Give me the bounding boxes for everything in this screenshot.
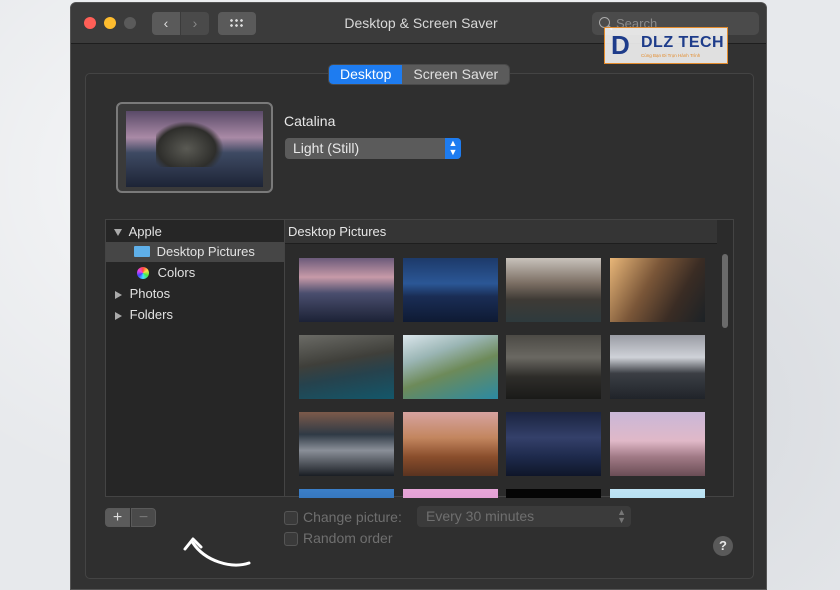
watermark-text: DLZ TECH [641,34,725,51]
thumbnail-catalina-sunset-cliff[interactable] [610,258,705,322]
thumbnail-blue-gradient[interactable] [299,489,394,498]
show-all-button[interactable] [218,12,256,35]
sidebar-item-label: Photos [129,286,171,301]
preferences-window: ‹ › Desktop & Screen Saver Search Deskto… [70,2,767,590]
thumbnail-black[interactable] [506,489,601,498]
change-picture-label: Change picture: [303,509,402,525]
random-order-label: Random order [303,530,393,546]
thumbnail-island-fog[interactable] [299,412,394,476]
sidebar-item-label: Desktop Pictures [156,244,255,259]
help-button[interactable]: ? [713,536,733,556]
color-wheel-icon [137,266,149,279]
current-wallpaper-preview [116,102,273,193]
sidebar-item-folders[interactable]: Folders [106,305,284,325]
thumbnail-stormy-sea[interactable] [506,335,601,399]
sidebar-item-photos[interactable]: Photos [106,284,284,304]
tab-desktop[interactable]: Desktop [329,65,403,84]
watermark-letter: D [611,30,630,60]
thumbnail-desert-rock-pink[interactable] [610,412,705,476]
thumbnail-sky-blue[interactable] [610,489,705,498]
forward-button[interactable]: › [181,12,209,35]
window-title: Desktop & Screen Saver [344,15,498,31]
thumbnail-catalina-shore[interactable] [403,335,498,399]
thumbnail-rock-layers[interactable] [299,335,394,399]
remove-folder-button[interactable]: − [131,508,156,527]
appearance-mode-value: Light (Still) [293,140,360,156]
thumbnail-grid [299,258,707,498]
sidebar-item-desktop-pictures[interactable]: Desktop Pictures [106,242,284,262]
gallery-header: Desktop Pictures [285,220,717,244]
thumbnail-catalina-dark[interactable] [403,258,498,322]
wallpaper-preview-image [126,111,263,187]
curved-arrow-annotation [183,537,251,567]
chevron-right-icon: › [192,15,198,31]
source-sidebar: Apple Desktop Pictures Colors Photos Fol… [105,219,284,497]
tab-bar: Desktop Screen Saver [328,64,511,85]
watermark-logo: D DLZ TECH Cùng Bạn Đi Trọn Hành Trình [604,27,728,64]
sidebar-item-apple[interactable]: Apple [106,222,284,242]
watermark-tagline: Cùng Bạn Đi Trọn Hành Trình [641,53,701,58]
grid-icon [229,18,245,29]
thumbnail-catalina-light[interactable] [299,258,394,322]
close-window-button[interactable] [84,17,96,29]
thumbnail-island-clouds[interactable] [610,335,705,399]
appearance-mode-select[interactable]: Light (Still) ▲ ▼ [285,138,461,159]
tab-screen-saver[interactable]: Screen Saver [402,65,510,84]
minimize-window-button[interactable] [104,17,116,29]
disclosure-collapsed-icon [115,311,122,320]
wallpaper-name: Catalina [284,113,336,129]
chevron-updown-icon: ▲ ▼ [617,507,626,525]
back-button[interactable]: ‹ [152,12,180,35]
zoom-window-button[interactable] [124,17,136,29]
change-picture-checkbox[interactable] [284,511,298,525]
chevron-left-icon: ‹ [163,15,169,31]
disclosure-collapsed-icon [115,290,122,299]
thumbnail-mojave-day[interactable] [403,412,498,476]
disclosure-expanded-icon [114,229,122,237]
sidebar-item-colors[interactable]: Colors [106,263,284,283]
sidebar-item-label: Colors [157,265,196,280]
thumbnail-mojave-night[interactable] [506,412,601,476]
sidebar-item-label: Apple [128,224,162,239]
add-folder-button[interactable]: + [105,508,130,527]
sidebar-item-label: Folders [129,307,173,322]
folder-icon [134,246,150,258]
gallery-scrollbar[interactable] [722,254,728,328]
random-order-checkbox[interactable] [284,532,298,546]
thumbnail-catalina-coast[interactable] [506,258,601,322]
chevron-updown-icon: ▲ ▼ [445,138,461,159]
thumbnail-pink-gradient[interactable] [403,489,498,498]
wallpaper-gallery: Desktop Pictures [284,219,734,498]
change-interval-select[interactable]: Every 30 minutes ▲ ▼ [417,506,631,527]
change-interval-value: Every 30 minutes [426,508,535,524]
